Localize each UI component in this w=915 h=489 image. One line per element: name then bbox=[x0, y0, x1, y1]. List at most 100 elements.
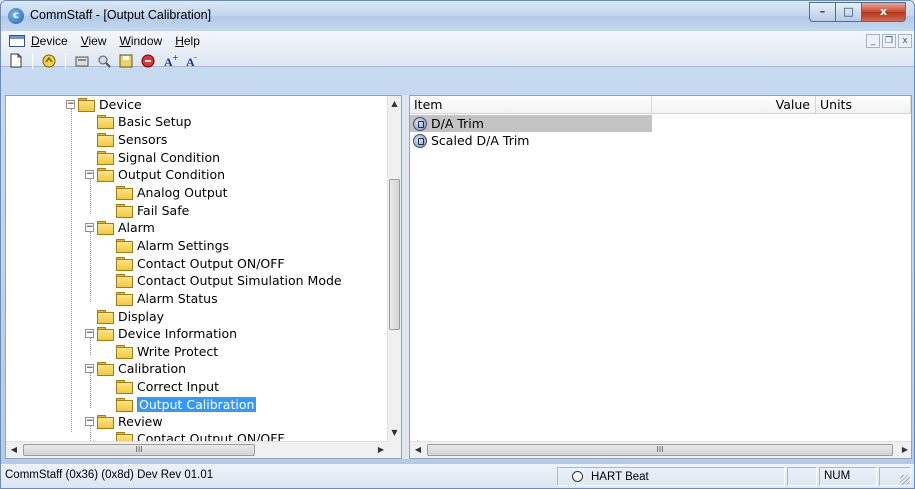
scroll-left-arrow-icon[interactable]: ◀ bbox=[6, 442, 22, 458]
child-window-icon[interactable] bbox=[9, 35, 25, 47]
tree-node-label: Review bbox=[118, 414, 163, 429]
folder-icon bbox=[116, 239, 133, 253]
list-item-label: Scaled D/A Trim bbox=[431, 133, 530, 148]
tree-node-basic-setup[interactable]: Basic Setup bbox=[97, 113, 191, 130]
tree-node-output-calibration[interactable]: Output Calibration bbox=[116, 396, 257, 413]
scroll-up-arrow-icon[interactable]: ▲ bbox=[388, 96, 401, 112]
menu-device[interactable]: Device bbox=[31, 34, 68, 48]
connect-icon[interactable] bbox=[40, 52, 58, 69]
tree-node-label: Contact Output Simulation Mode bbox=[137, 273, 342, 288]
collapse-toggle[interactable]: − bbox=[85, 364, 94, 373]
tree-node-label: Contact Output ON/OFF bbox=[137, 431, 285, 441]
tree-node-label: Contact Output ON/OFF bbox=[137, 256, 285, 271]
open-folder-icon bbox=[116, 398, 133, 412]
folder-icon bbox=[97, 362, 114, 376]
scroll-left-arrow-icon[interactable]: ◀ bbox=[410, 442, 426, 458]
tree-node-correct-input[interactable]: Correct Input bbox=[116, 378, 219, 395]
tree-node-alarm[interactable]: − Alarm bbox=[85, 219, 155, 236]
tree-node-fail-safe[interactable]: Fail Safe bbox=[116, 202, 189, 219]
device-tree-pane: − Device Basic Setup Sensors Signal Cond… bbox=[5, 95, 402, 459]
folder-icon bbox=[97, 310, 114, 324]
tree-node-display[interactable]: Display bbox=[97, 308, 164, 325]
column-header-item[interactable]: Item bbox=[410, 96, 652, 114]
folder-icon bbox=[97, 168, 114, 182]
mdi-minimize-button[interactable]: _ bbox=[866, 34, 880, 48]
tree-node-contact-output-simulation-mode[interactable]: Contact Output Simulation Mode bbox=[116, 272, 342, 289]
tree-node-device-information[interactable]: − Device Information bbox=[85, 325, 237, 342]
tree-vertical-scrollbar[interactable]: ▲ ▼ bbox=[387, 96, 401, 441]
folder-icon bbox=[116, 345, 133, 359]
tree-node-label: Alarm Status bbox=[137, 291, 218, 306]
scroll-down-arrow-icon[interactable]: ▼ bbox=[388, 425, 401, 441]
collapse-toggle[interactable]: − bbox=[85, 170, 94, 179]
scroll-thumb[interactable] bbox=[389, 179, 400, 330]
folder-icon bbox=[97, 221, 114, 235]
stop-icon[interactable] bbox=[139, 52, 157, 69]
pane-splitter[interactable] bbox=[402, 95, 409, 459]
tree-node-label: Device bbox=[99, 97, 142, 112]
font-decrease-icon[interactable]: A- bbox=[183, 52, 201, 69]
tree-node-signal-condition[interactable]: Signal Condition bbox=[97, 149, 220, 166]
menu-view[interactable]: View bbox=[81, 34, 107, 48]
tree-node-write-protect[interactable]: Write Protect bbox=[116, 343, 218, 360]
scroll-right-arrow-icon[interactable]: ▶ bbox=[897, 442, 911, 458]
new-icon[interactable] bbox=[7, 52, 25, 69]
tree-node-label: Alarm bbox=[118, 220, 155, 235]
tree-node-label: Calibration bbox=[118, 361, 187, 376]
tree-node-alarm-settings[interactable]: Alarm Settings bbox=[116, 237, 229, 254]
column-header-units[interactable]: Units bbox=[816, 96, 911, 114]
mdi-restore-button[interactable]: ❐ bbox=[882, 34, 896, 48]
tree-node-contact-output-on-off[interactable]: Contact Output ON/OFF bbox=[116, 255, 285, 272]
tree-horizontal-scrollbar[interactable]: ◀ III ▶ bbox=[6, 441, 389, 458]
svg-text:+: + bbox=[172, 53, 178, 62]
collapse-toggle[interactable]: − bbox=[85, 329, 94, 338]
tree-connector bbox=[90, 232, 91, 302]
tree-node-sensors[interactable]: Sensors bbox=[97, 131, 167, 148]
svg-text:-: - bbox=[194, 53, 197, 62]
resize-grip-icon[interactable] bbox=[900, 475, 910, 485]
collapse-toggle[interactable]: − bbox=[66, 100, 75, 109]
list-row-da-trim[interactable]: D/A Trim bbox=[410, 115, 652, 132]
tree-node-review-contact-output[interactable]: Contact Output ON/OFF bbox=[116, 430, 285, 441]
collapse-toggle[interactable]: − bbox=[85, 417, 94, 426]
folder-icon bbox=[97, 415, 114, 429]
tree-node-label: Display bbox=[118, 309, 165, 324]
menu-bar: Device View Window Help _ ❐ x bbox=[1, 31, 914, 51]
tree-node-label-selected: Output Calibration bbox=[137, 397, 257, 412]
minimize-button[interactable]: – bbox=[809, 2, 836, 22]
scroll-thumb[interactable]: III bbox=[23, 444, 255, 456]
maximize-button[interactable]: □ bbox=[836, 2, 862, 22]
tree-node-label: Fail Safe bbox=[137, 203, 190, 218]
close-button[interactable]: x bbox=[862, 2, 906, 22]
mdi-close-button[interactable]: x bbox=[898, 34, 912, 48]
tree-node-review[interactable]: − Review bbox=[85, 413, 163, 430]
list-header: Item Value Units bbox=[410, 96, 911, 114]
device-tree[interactable]: − Device Basic Setup Sensors Signal Cond… bbox=[6, 96, 389, 441]
tree-node-calibration[interactable]: − Calibration bbox=[85, 360, 186, 377]
tree-node-device[interactable]: − Device bbox=[66, 96, 142, 113]
list-row-scaled-da-trim[interactable]: Scaled D/A Trim bbox=[410, 132, 530, 149]
read-device-icon[interactable] bbox=[73, 52, 91, 69]
folder-icon bbox=[116, 186, 133, 200]
save-config-icon[interactable] bbox=[117, 52, 135, 69]
title-bar[interactable]: c CommStaff - [Output Calibration] – □ x bbox=[1, 1, 914, 31]
column-header-value[interactable]: Value bbox=[652, 96, 816, 114]
folder-icon bbox=[116, 432, 133, 441]
toolbar: A+ A- bbox=[1, 51, 914, 70]
commstaff-logo-icon[interactable]: c bbox=[8, 8, 24, 24]
tree-node-label: Correct Input bbox=[137, 379, 219, 394]
font-increase-icon[interactable]: A+ bbox=[161, 52, 179, 69]
menu-window[interactable]: Window bbox=[120, 34, 163, 48]
folder-icon bbox=[97, 133, 114, 147]
tree-node-analog-output[interactable]: Analog Output bbox=[116, 184, 228, 201]
find-device-icon[interactable] bbox=[95, 52, 113, 69]
scroll-thumb[interactable]: III bbox=[427, 444, 893, 456]
status-cell-empty bbox=[787, 467, 817, 486]
menu-help[interactable]: Help bbox=[175, 34, 200, 48]
tree-node-output-condition[interactable]: − Output Condition bbox=[85, 166, 225, 183]
tree-node-alarm-status[interactable]: Alarm Status bbox=[116, 290, 218, 307]
collapse-toggle[interactable]: − bbox=[85, 223, 94, 232]
list-horizontal-scrollbar[interactable]: ◀ III ▶ bbox=[410, 441, 911, 458]
toolbar-separator bbox=[32, 52, 33, 69]
tree-node-label: Sensors bbox=[118, 132, 168, 147]
